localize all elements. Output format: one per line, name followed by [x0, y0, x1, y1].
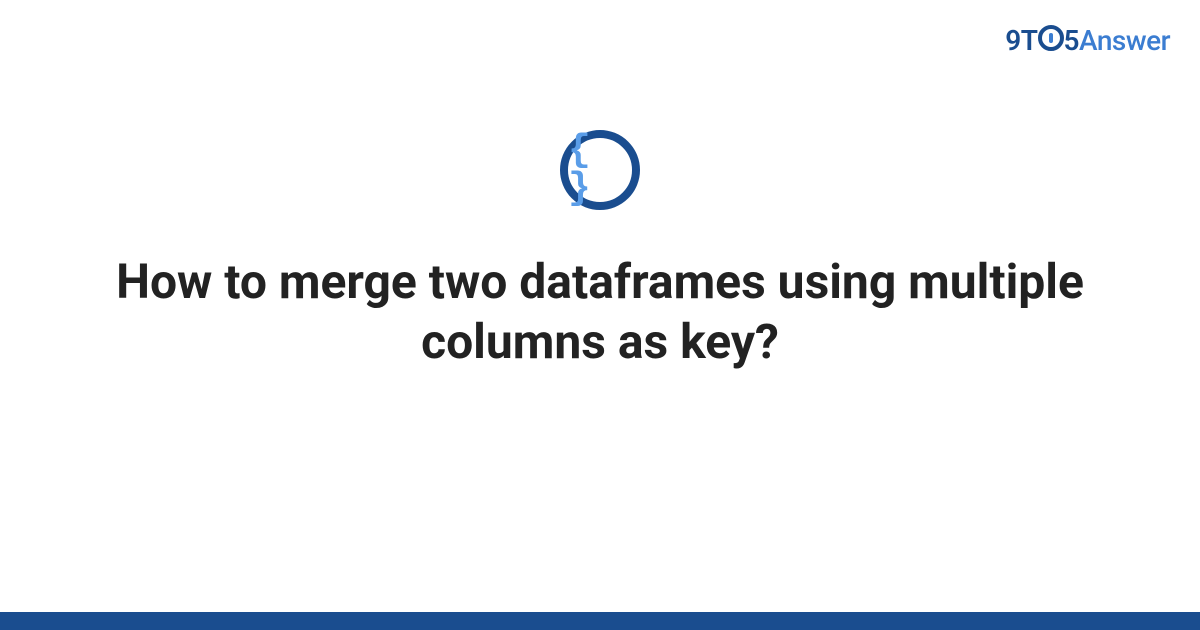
logo-five: 5 [1064, 24, 1080, 57]
code-braces-icon: { } [560, 130, 640, 210]
logo-nine: 9 [1005, 24, 1021, 57]
braces-glyph: { } [568, 132, 632, 208]
logo-answer: Answer [1079, 24, 1170, 57]
logo-t: T [1021, 24, 1038, 57]
page-title: How to merge two dataframes using multip… [60, 252, 1140, 372]
site-logo: 9T5Answer [1005, 24, 1170, 57]
logo-zero-icon [1038, 25, 1064, 51]
footer-bar [0, 612, 1200, 630]
